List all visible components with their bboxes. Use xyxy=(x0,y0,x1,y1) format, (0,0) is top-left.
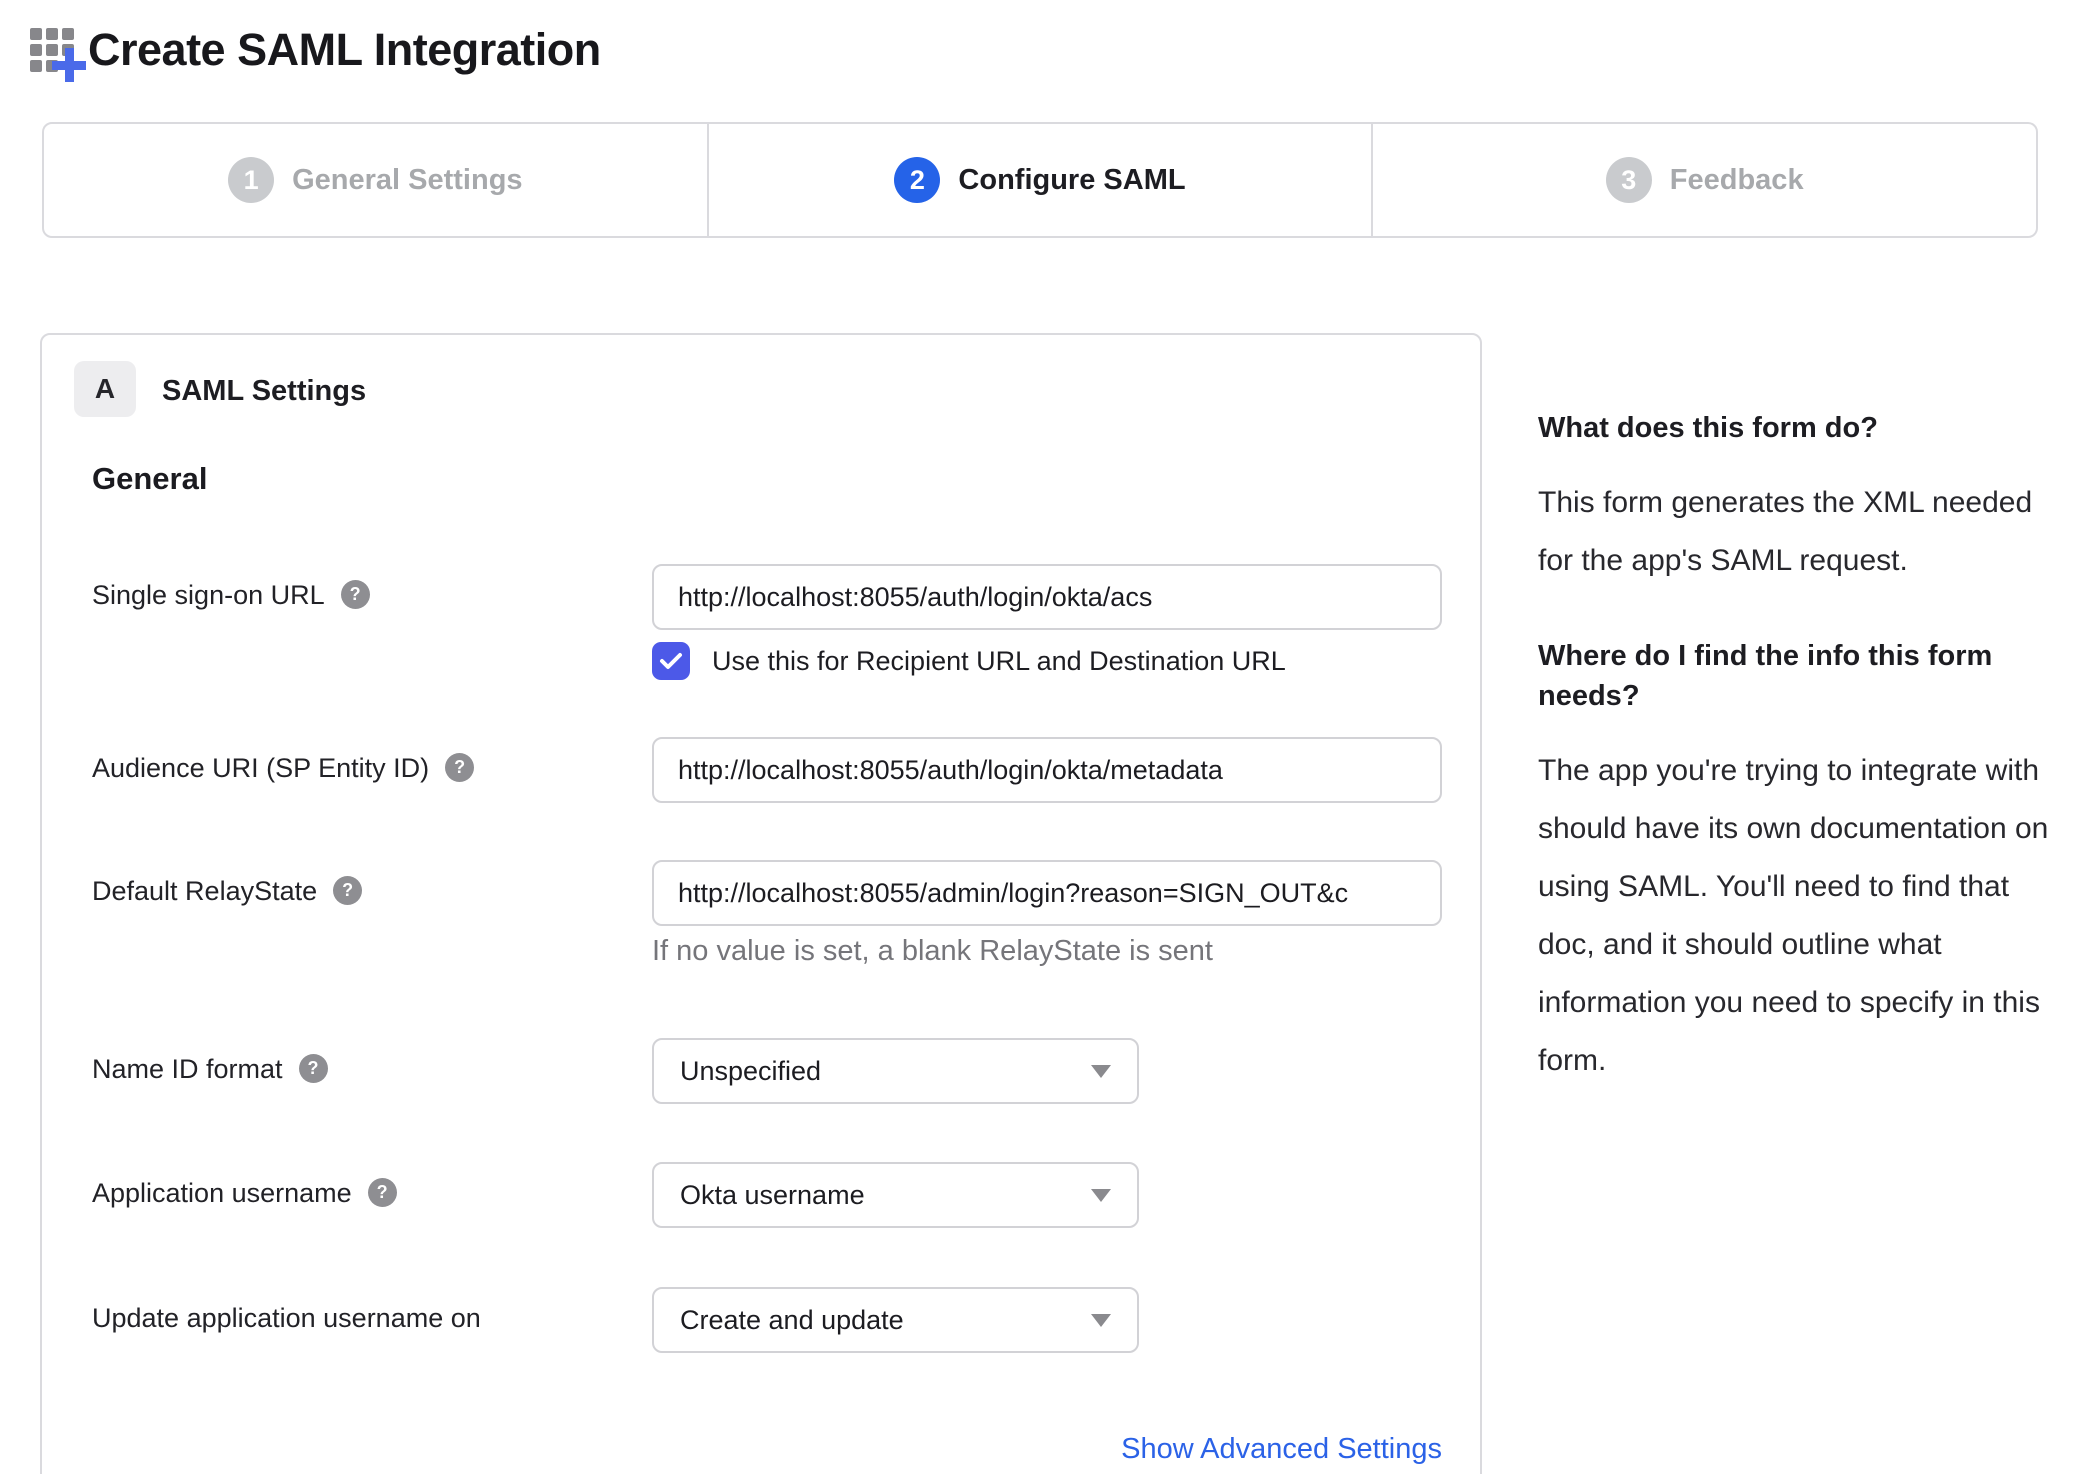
update-username-select[interactable]: Create and update xyxy=(652,1287,1139,1353)
page-header: Create SAML Integration xyxy=(30,22,601,82)
dropdown-arrow-icon xyxy=(1091,1188,1111,1202)
step-configure-saml[interactable]: 2 Configure SAML xyxy=(709,124,1374,236)
recipient-url-checkbox-row: Use this for Recipient URL and Destinati… xyxy=(652,642,1286,680)
sso-url-label: Single sign-on URL? xyxy=(92,580,370,611)
relaystate-help-icon[interactable]: ? xyxy=(333,876,363,906)
relaystate-label: Default RelayState? xyxy=(92,876,363,907)
dropdown-arrow-icon xyxy=(1091,1064,1111,1078)
application-username-help-icon[interactable]: ? xyxy=(367,1178,397,1208)
step-feedback[interactable]: 3 Feedback xyxy=(1373,124,2036,236)
name-id-format-help-icon[interactable]: ? xyxy=(298,1054,328,1084)
sso-url-help-icon[interactable]: ? xyxy=(340,580,370,610)
sidebar-question-2: Where do I find the info this form needs… xyxy=(1538,640,1993,712)
step-3-circle: 3 xyxy=(1605,157,1652,203)
show-advanced-settings-link[interactable]: Show Advanced Settings xyxy=(652,1433,1442,1466)
recipient-url-checkbox[interactable] xyxy=(652,642,690,680)
application-username-select[interactable]: Okta username xyxy=(652,1162,1139,1228)
step-general-settings[interactable]: 1 General Settings xyxy=(44,124,709,236)
update-username-value: Create and update xyxy=(680,1304,904,1335)
step-1-label: General Settings xyxy=(292,163,523,196)
page-title: Create SAML Integration xyxy=(88,24,601,75)
saml-settings-card: A SAML Settings General Single sign-on U… xyxy=(40,333,1482,1474)
update-username-label: Update application username on xyxy=(92,1303,481,1333)
name-id-format-label: Name ID format? xyxy=(92,1054,328,1085)
help-sidebar: What does this form do? This form genera… xyxy=(1538,408,2050,1090)
dropdown-arrow-icon xyxy=(1091,1313,1111,1327)
checkmark-icon xyxy=(660,653,682,669)
step-2-label: Configure SAML xyxy=(958,163,1186,196)
name-id-format-select[interactable]: Unspecified xyxy=(652,1038,1139,1104)
create-saml-integration-page: Create SAML Integration 1 General Settin… xyxy=(0,0,2074,1474)
general-section-heading: General xyxy=(92,461,208,496)
application-username-value: Okta username xyxy=(680,1179,865,1210)
wizard-step-bar: 1 General Settings 2 Configure SAML 3 Fe… xyxy=(42,122,2038,238)
recipient-url-checkbox-label: Use this for Recipient URL and Destinati… xyxy=(712,645,1286,676)
step-2-circle: 2 xyxy=(894,157,941,203)
step-3-label: Feedback xyxy=(1669,163,1804,196)
relaystate-hint: If no value is set, a blank RelayState i… xyxy=(652,935,1213,967)
audience-uri-label: Audience URI (SP Entity ID)? xyxy=(92,753,475,784)
audience-uri-input[interactable] xyxy=(652,737,1442,803)
section-a-badge: A xyxy=(74,361,136,417)
sso-url-input[interactable] xyxy=(652,564,1442,630)
sidebar-answer-1: This form generates the XML needed for t… xyxy=(1538,486,2033,577)
plus-icon xyxy=(52,48,86,82)
sidebar-question-1: What does this form do? xyxy=(1538,412,1878,444)
sidebar-answer-2: The app you're trying to integrate with … xyxy=(1538,754,2049,1077)
application-username-label: Application username? xyxy=(92,1178,397,1209)
relaystate-input[interactable] xyxy=(652,860,1442,926)
step-1-circle: 1 xyxy=(228,157,275,203)
card-title: SAML Settings xyxy=(162,375,367,407)
name-id-format-value: Unspecified xyxy=(680,1055,822,1086)
grid-plus-app-icon xyxy=(30,22,86,82)
audience-uri-help-icon[interactable]: ? xyxy=(445,753,475,783)
